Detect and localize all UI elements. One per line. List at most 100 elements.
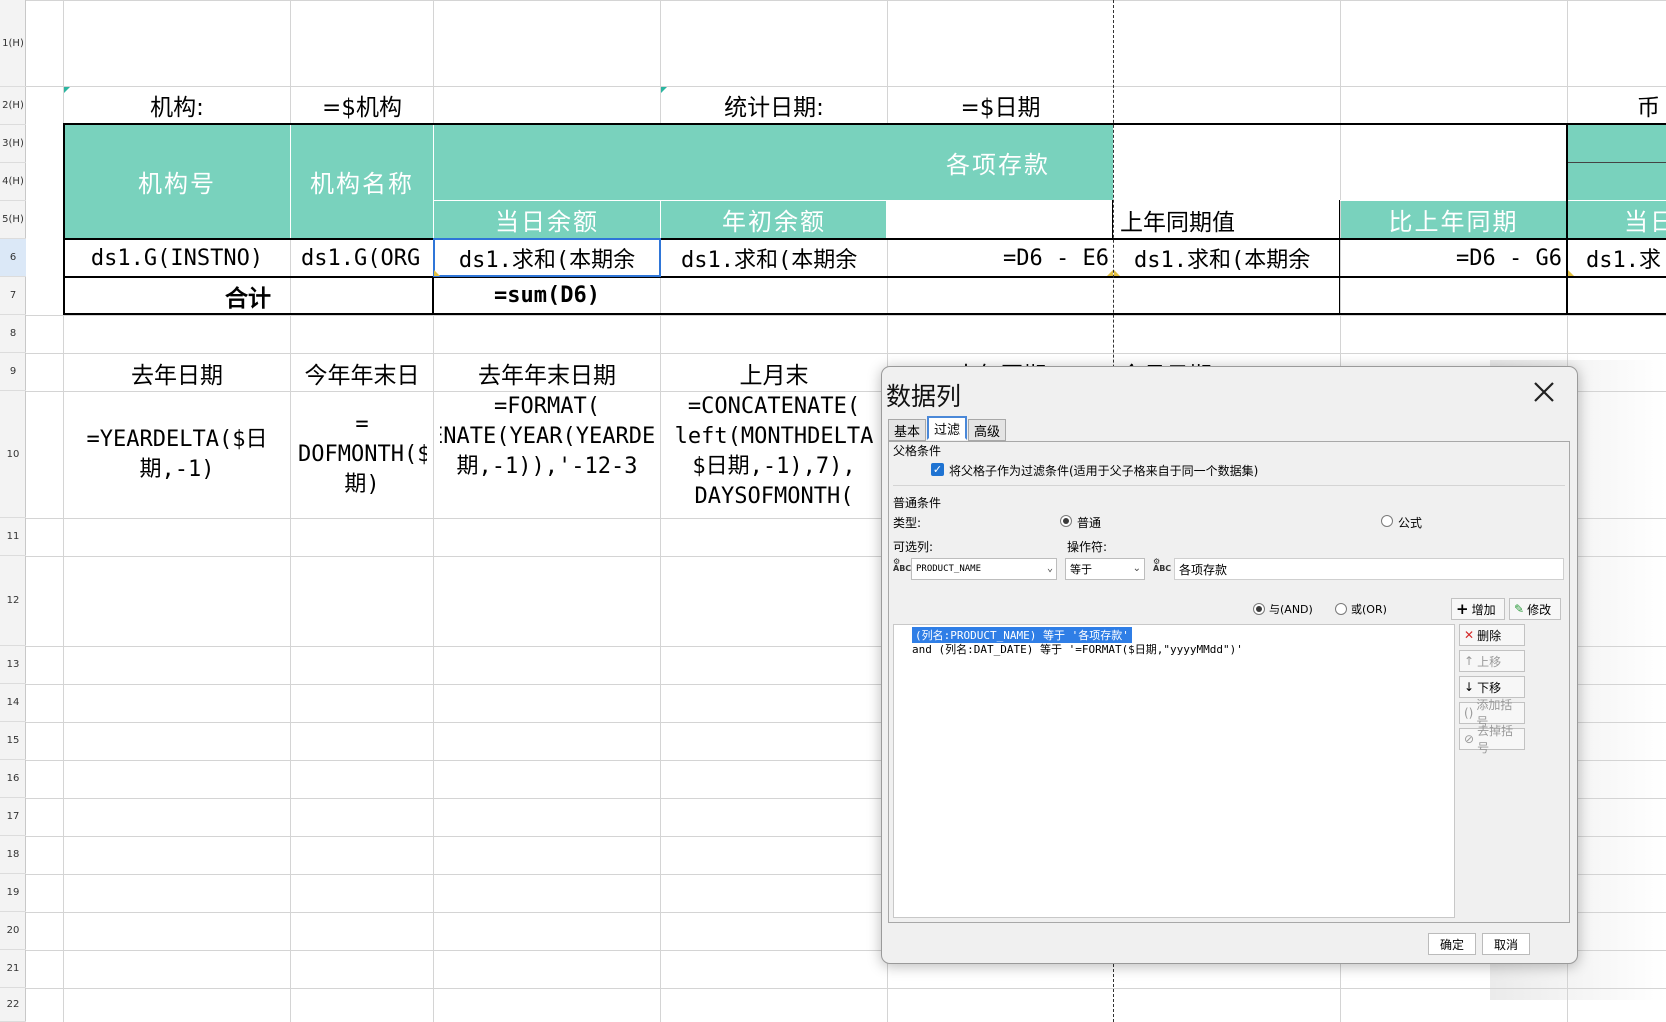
row-header-15[interactable]: 15 bbox=[0, 722, 26, 760]
row-header-4[interactable]: 4(H) bbox=[0, 163, 26, 201]
row-header-20[interactable]: 20 bbox=[0, 912, 26, 950]
value-input[interactable]: 各项存款 bbox=[1174, 558, 1564, 580]
cell-b6[interactable]: ds1.G(INSTNO) bbox=[64, 240, 290, 276]
type-radio-normal-label: 普通 bbox=[1077, 516, 1102, 530]
header-gexiang-cunkuan[interactable]: 各项存款 bbox=[434, 125, 1566, 200]
cell-e2-date-label[interactable]: 统计日期: bbox=[661, 87, 887, 123]
cell-marker bbox=[1568, 270, 1574, 276]
cell-d7-sum[interactable]: =sum(D6) bbox=[434, 278, 660, 313]
row-header-1[interactable]: 1(H) bbox=[0, 0, 26, 87]
parent-condition-checkbox[interactable]: ✓ bbox=[931, 463, 944, 476]
header-bi-shangnian-tongqi[interactable]: 比上年同期 bbox=[1341, 201, 1566, 238]
cell-b10[interactable]: =YEARDELTA($日期,-1) bbox=[70, 392, 284, 518]
row-header-8[interactable]: 8 bbox=[0, 315, 26, 353]
plus-icon: + bbox=[1456, 600, 1469, 618]
add-button-label: 增加 bbox=[1471, 602, 1496, 617]
tab-basic[interactable]: 基本 bbox=[888, 419, 927, 441]
remove-paren-button-label: 去掉括号 bbox=[1477, 724, 1514, 755]
cell-b9[interactable]: 去年日期 bbox=[64, 354, 290, 391]
row-header-21[interactable]: 21 bbox=[0, 950, 26, 988]
modify-button[interactable]: ✎ 修改 bbox=[1509, 598, 1561, 620]
move-down-button-label: 下移 bbox=[1477, 680, 1502, 695]
cell-d9[interactable]: 去年年末日期 bbox=[434, 354, 660, 391]
edit-icon: ✎ bbox=[1514, 602, 1525, 616]
cell-marker bbox=[64, 87, 70, 93]
row-header-6[interactable]: 6 bbox=[0, 239, 26, 277]
chevron-down-icon: ⌄ bbox=[1132, 563, 1141, 574]
cell-c10[interactable]: = ENDOFMONTH($日期) bbox=[297, 392, 427, 518]
operator-label: 操作符: bbox=[1067, 540, 1108, 554]
column-type-icon: ⚙ ABC bbox=[893, 557, 912, 573]
condition-list[interactable]: (列名:PRODUCT_NAME) 等于 '各项存款' and (列名:DAT_… bbox=[893, 624, 1455, 918]
row-header-9[interactable]: 9 bbox=[0, 353, 26, 391]
row-header-16[interactable]: 16 bbox=[0, 760, 26, 798]
row-header-12[interactable]: 12 bbox=[0, 556, 26, 646]
row-header-10[interactable]: 10 bbox=[0, 391, 26, 518]
row-line bbox=[26, 0, 1666, 1]
type-radio-formula[interactable] bbox=[1381, 515, 1393, 527]
cell-c9[interactable]: 今年年末日 bbox=[291, 354, 433, 391]
cell-h6[interactable]: =D6 - G6 bbox=[1341, 240, 1566, 276]
cell-e9[interactable]: 上月末 bbox=[661, 354, 887, 391]
cell-d10[interactable]: =FORMAT( CONCATENATE(YEAR(YEARDELTA($日期,… bbox=[440, 392, 654, 518]
cell-i6[interactable]: ds1.求 bbox=[1568, 240, 1666, 276]
operator-select[interactable]: 等于 ⌄ bbox=[1065, 558, 1145, 580]
row-header-14[interactable]: 14 bbox=[0, 684, 26, 722]
type-radio-normal[interactable] bbox=[1060, 515, 1072, 527]
cell-f2-date-value[interactable]: =$日期 bbox=[888, 87, 1113, 123]
ok-button[interactable]: 确定 bbox=[1428, 933, 1476, 955]
logic-radio-and-label: 与(AND) bbox=[1269, 603, 1313, 616]
logic-radio-and[interactable] bbox=[1253, 603, 1265, 615]
table-border-h bbox=[1339, 200, 1340, 315]
delete-button[interactable]: ✕ 删除 bbox=[1459, 624, 1525, 646]
cell-marker bbox=[434, 270, 440, 276]
cell-b7-heji[interactable]: 合计 bbox=[64, 278, 432, 313]
row-header-13[interactable]: 13 bbox=[0, 646, 26, 684]
cell-e10[interactable]: =CONCATENATE( left(MONTHDELTA $日期,-1),7)… bbox=[665, 392, 883, 518]
parent-condition-label: 父格条件 bbox=[893, 444, 942, 458]
arrow-up-icon: ↑ bbox=[1464, 654, 1475, 668]
cell-c6[interactable]: ds1.G(ORG bbox=[291, 240, 433, 276]
row-header-18[interactable]: 18 bbox=[0, 836, 26, 874]
row-header-22[interactable]: 22 bbox=[0, 988, 26, 1022]
header-dangri-cut[interactable]: 当日 bbox=[1568, 201, 1666, 238]
header-nianchu-yue[interactable]: 年初余额 bbox=[661, 201, 887, 238]
header-jigou-hao[interactable]: 机构号 bbox=[64, 125, 290, 238]
cell-e6[interactable]: ds1.求和(本期余 bbox=[661, 240, 887, 276]
cell-marker bbox=[661, 87, 667, 93]
dialog-title: 数据列 bbox=[886, 382, 962, 411]
column-select[interactable]: PRODUCT_NAME ⌄ bbox=[911, 558, 1057, 580]
remove-paren-button[interactable]: ⊘ 去掉括号 bbox=[1459, 724, 1525, 755]
header-dangri-yue[interactable]: 当日余额 bbox=[434, 201, 660, 238]
add-button[interactable]: + 增加 bbox=[1451, 598, 1505, 620]
column-select-value: PRODUCT_NAME bbox=[916, 564, 982, 574]
table-border-bottom bbox=[63, 313, 1666, 315]
cell-b2-jigou-label[interactable]: 机构: bbox=[64, 87, 290, 123]
row-header-2[interactable]: 2(H) bbox=[0, 87, 26, 125]
add-paren-button[interactable]: () 添加括号 bbox=[1459, 698, 1525, 729]
logic-radio-or[interactable] bbox=[1335, 603, 1347, 615]
row-header-3[interactable]: 3(H) bbox=[0, 125, 26, 163]
row-header-7[interactable]: 7 bbox=[0, 277, 26, 315]
row-header-11[interactable]: 11 bbox=[0, 518, 26, 556]
cancel-button[interactable]: 取消 bbox=[1482, 933, 1530, 955]
tab-filter[interactable]: 过滤 bbox=[927, 416, 968, 440]
close-icon[interactable] bbox=[1529, 377, 1559, 407]
condition-item-2[interactable]: and (列名:DAT_DATE) 等于 '=FORMAT($日期,"yyyyM… bbox=[912, 641, 1243, 657]
parent-condition-checkbox-label: 将父格子作为过滤条件(适用于父子格来自于同一个数据集) bbox=[949, 464, 1259, 478]
row-header-5[interactable]: 5(H) bbox=[0, 201, 26, 239]
header-subline-right bbox=[1567, 162, 1666, 163]
move-up-button[interactable]: ↑ 上移 bbox=[1459, 650, 1525, 672]
header-bi-nianchu[interactable]: 比年初 bbox=[888, 201, 1113, 238]
cell-c2-jigou-value[interactable]: =$机构 bbox=[291, 87, 433, 123]
cell-i2-currency[interactable]: 币 bbox=[1635, 87, 1666, 123]
header-shangnian-tongqi-zhi[interactable]: 上年同期值 bbox=[1114, 201, 1339, 238]
move-down-button[interactable]: ↓ 下移 bbox=[1459, 676, 1525, 698]
tab-advanced[interactable]: 高级 bbox=[968, 419, 1007, 441]
row-header-17[interactable]: 17 bbox=[0, 798, 26, 836]
chevron-down-icon: ⌄ bbox=[1046, 563, 1053, 574]
row-header-19[interactable]: 19 bbox=[0, 874, 26, 912]
cell-f6[interactable]: =D6 - E6 bbox=[888, 240, 1113, 276]
header-jigou-mingcheng[interactable]: 机构名称 bbox=[291, 125, 433, 238]
cell-g6[interactable]: ds1.求和(本期余 bbox=[1114, 240, 1339, 276]
